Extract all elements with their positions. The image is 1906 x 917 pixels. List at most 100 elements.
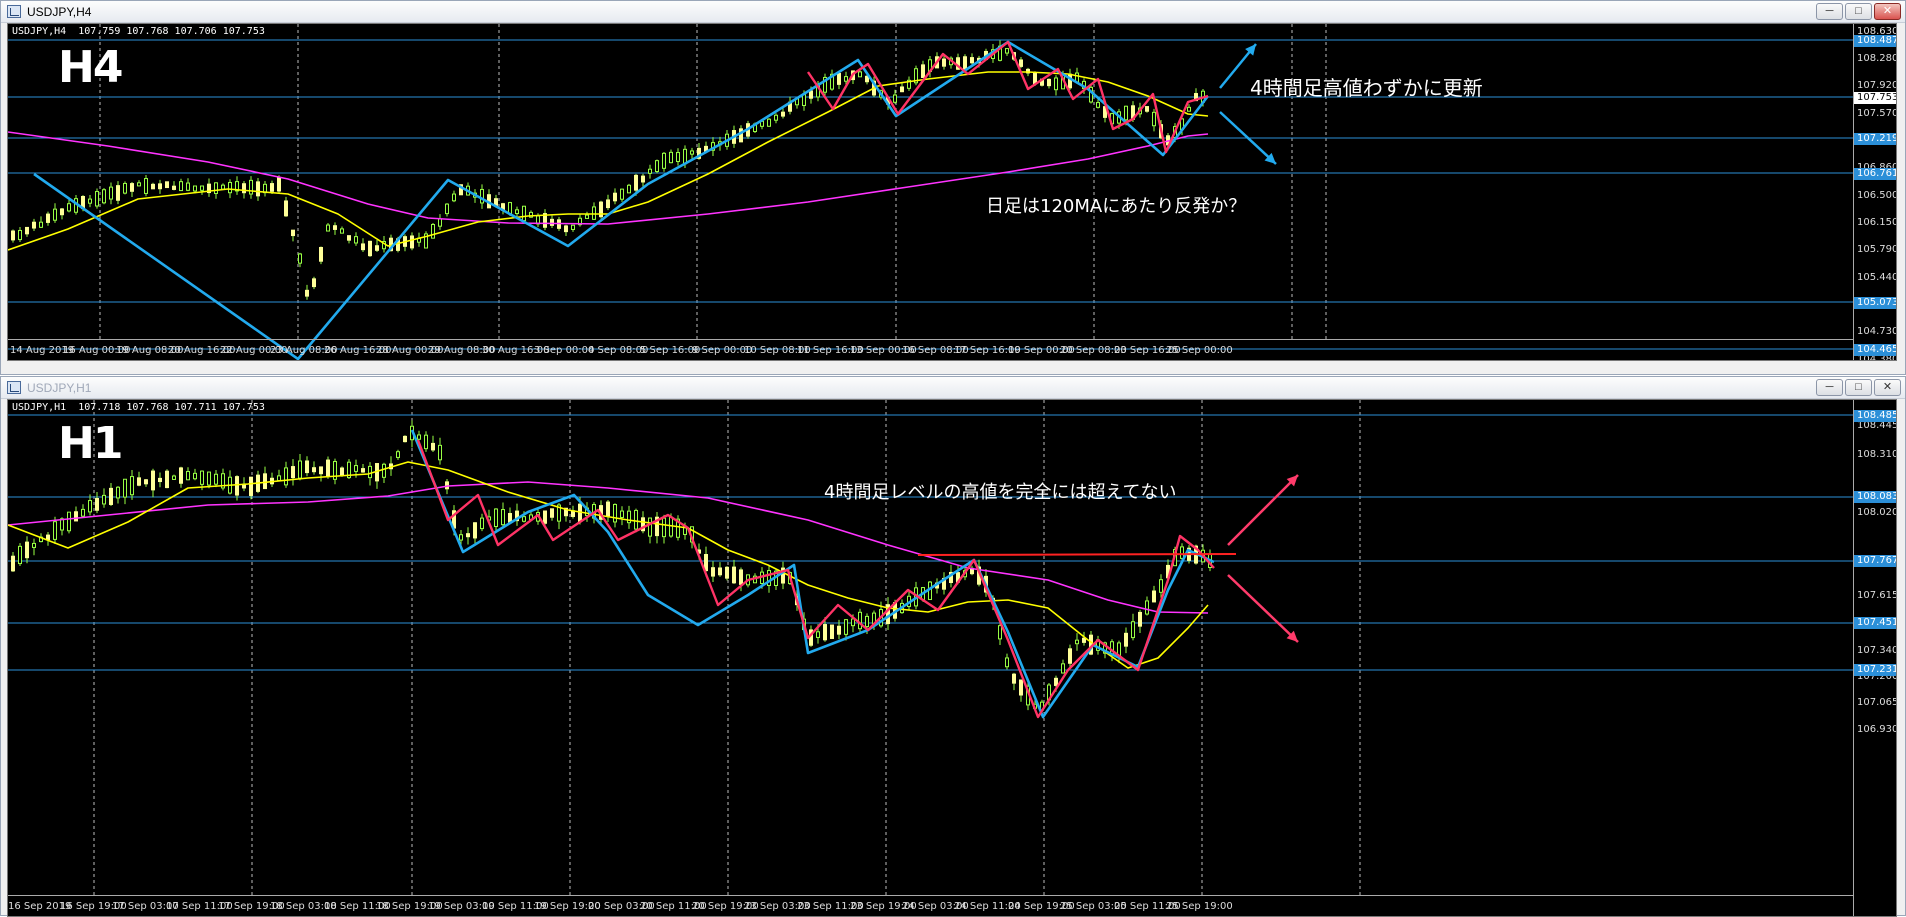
candle-body: [25, 541, 29, 559]
candle-body: [809, 90, 813, 99]
price-tick-label: 107.570: [1857, 108, 1897, 119]
candle-body: [417, 434, 421, 440]
minimize-icon[interactable]: ─: [1816, 3, 1843, 20]
candle-body: [459, 534, 463, 541]
candle-body: [354, 236, 358, 244]
candle-body: [606, 501, 610, 517]
candle-body: [543, 510, 547, 524]
candle-body: [375, 245, 379, 251]
candle-body: [263, 473, 267, 490]
candle-body: [837, 625, 841, 635]
candle-body: [67, 511, 71, 532]
candle-body: [613, 503, 617, 523]
titlebar-h4[interactable]: USDJPY,H4 ─ □ ✕: [1, 1, 1905, 23]
candle-body: [74, 511, 78, 522]
candle-body: [193, 472, 197, 480]
candle-body: [102, 494, 106, 505]
candle-body: [942, 58, 946, 67]
candle-body: [53, 208, 57, 221]
chart-window-icon: [7, 5, 21, 18]
candle-body: [319, 466, 323, 475]
candle-body: [480, 188, 484, 204]
candle-body: [361, 468, 365, 473]
candle-body: [18, 229, 22, 241]
candle-body: [284, 467, 288, 486]
candle-body: [620, 188, 624, 200]
candle-body: [648, 517, 652, 537]
candle-body: [291, 466, 295, 479]
candle-body: [11, 230, 15, 241]
candle-body: [46, 534, 50, 541]
price-level-badge: 107.767: [1854, 555, 1896, 567]
annotation-note: 日足は120MAにあたり反発か？: [986, 196, 1247, 217]
chart-area-h1[interactable]: USDJPY,H1 107.718 107.768 107.711 107.75…: [7, 399, 1897, 917]
candle-body: [620, 510, 624, 518]
candle-body: [508, 513, 512, 523]
titlebar-h1[interactable]: USDJPY,H1 ─ □ ✕: [1, 377, 1905, 399]
candle-body: [200, 185, 204, 191]
candle-body: [1005, 657, 1009, 668]
annotation-note: 4時間足レベルの高値を完全には超えてない: [824, 482, 1177, 503]
maximize-icon[interactable]: □: [1845, 379, 1872, 396]
price-tick-label: 106.930: [1857, 724, 1897, 735]
window-title: USDJPY,H4: [27, 5, 92, 19]
candle-body: [1145, 600, 1149, 615]
price-tick-label: 107.920: [1857, 80, 1897, 91]
candle-body: [739, 569, 743, 585]
candle-body: [1019, 679, 1023, 696]
candle-body: [305, 460, 309, 474]
candle-body: [963, 56, 967, 71]
price-level-badge: 106.761: [1854, 168, 1896, 180]
close-icon[interactable]: ✕: [1874, 3, 1901, 20]
candle-body: [95, 497, 99, 511]
candle-body: [844, 76, 848, 82]
candle-body: [1152, 111, 1156, 127]
candle-body: [662, 517, 666, 538]
candle-body: [998, 625, 1002, 640]
candle-body: [319, 246, 323, 262]
price-tick-label: 108.310: [1857, 449, 1897, 460]
candle-body: [613, 192, 617, 202]
candle-body: [116, 185, 120, 201]
candle-body: [32, 542, 36, 548]
time-tick-label: 25 Sep 19:00: [1166, 901, 1233, 912]
maximize-icon[interactable]: □: [1845, 3, 1872, 20]
candle-body: [200, 470, 204, 485]
chart-area-h4[interactable]: USDJPY,H4 107.759 107.768 107.706 107.75…: [7, 23, 1897, 361]
candle-body: [123, 182, 127, 194]
candle-body: [249, 476, 253, 496]
candle-body: [158, 477, 162, 483]
candle-body: [368, 240, 372, 257]
candle-body: [333, 225, 337, 230]
candle-body: [1061, 663, 1065, 674]
candle-body: [732, 566, 736, 584]
candle-body: [382, 463, 386, 478]
close-icon[interactable]: ✕: [1874, 379, 1901, 396]
price-level-badge: 107.219: [1854, 133, 1896, 145]
candle-body: [480, 517, 484, 530]
candle-body: [109, 487, 113, 505]
minimize-icon[interactable]: ─: [1816, 379, 1843, 396]
candle-body: [11, 555, 15, 572]
candle-body: [46, 213, 50, 223]
candle-body: [340, 467, 344, 476]
candle-body: [403, 435, 407, 443]
candle-body: [837, 72, 841, 85]
candle-body: [564, 225, 568, 233]
candle-body: [25, 226, 29, 235]
candle-body: [1180, 546, 1184, 559]
candle-body: [452, 193, 456, 202]
candle-body: [144, 178, 148, 194]
candle-body: [676, 152, 680, 162]
candle-body: [102, 189, 106, 204]
candle-body: [690, 150, 694, 155]
zigzag-blue-line: [410, 429, 1215, 719]
price-tick-label: 104.730: [1857, 326, 1897, 337]
price-axis: [1853, 400, 1896, 916]
candle-body: [683, 148, 687, 165]
candle-body: [704, 554, 708, 572]
candle-body: [550, 218, 554, 226]
candle-body: [725, 566, 729, 579]
candle-body: [494, 508, 498, 527]
candle-body: [67, 203, 71, 212]
